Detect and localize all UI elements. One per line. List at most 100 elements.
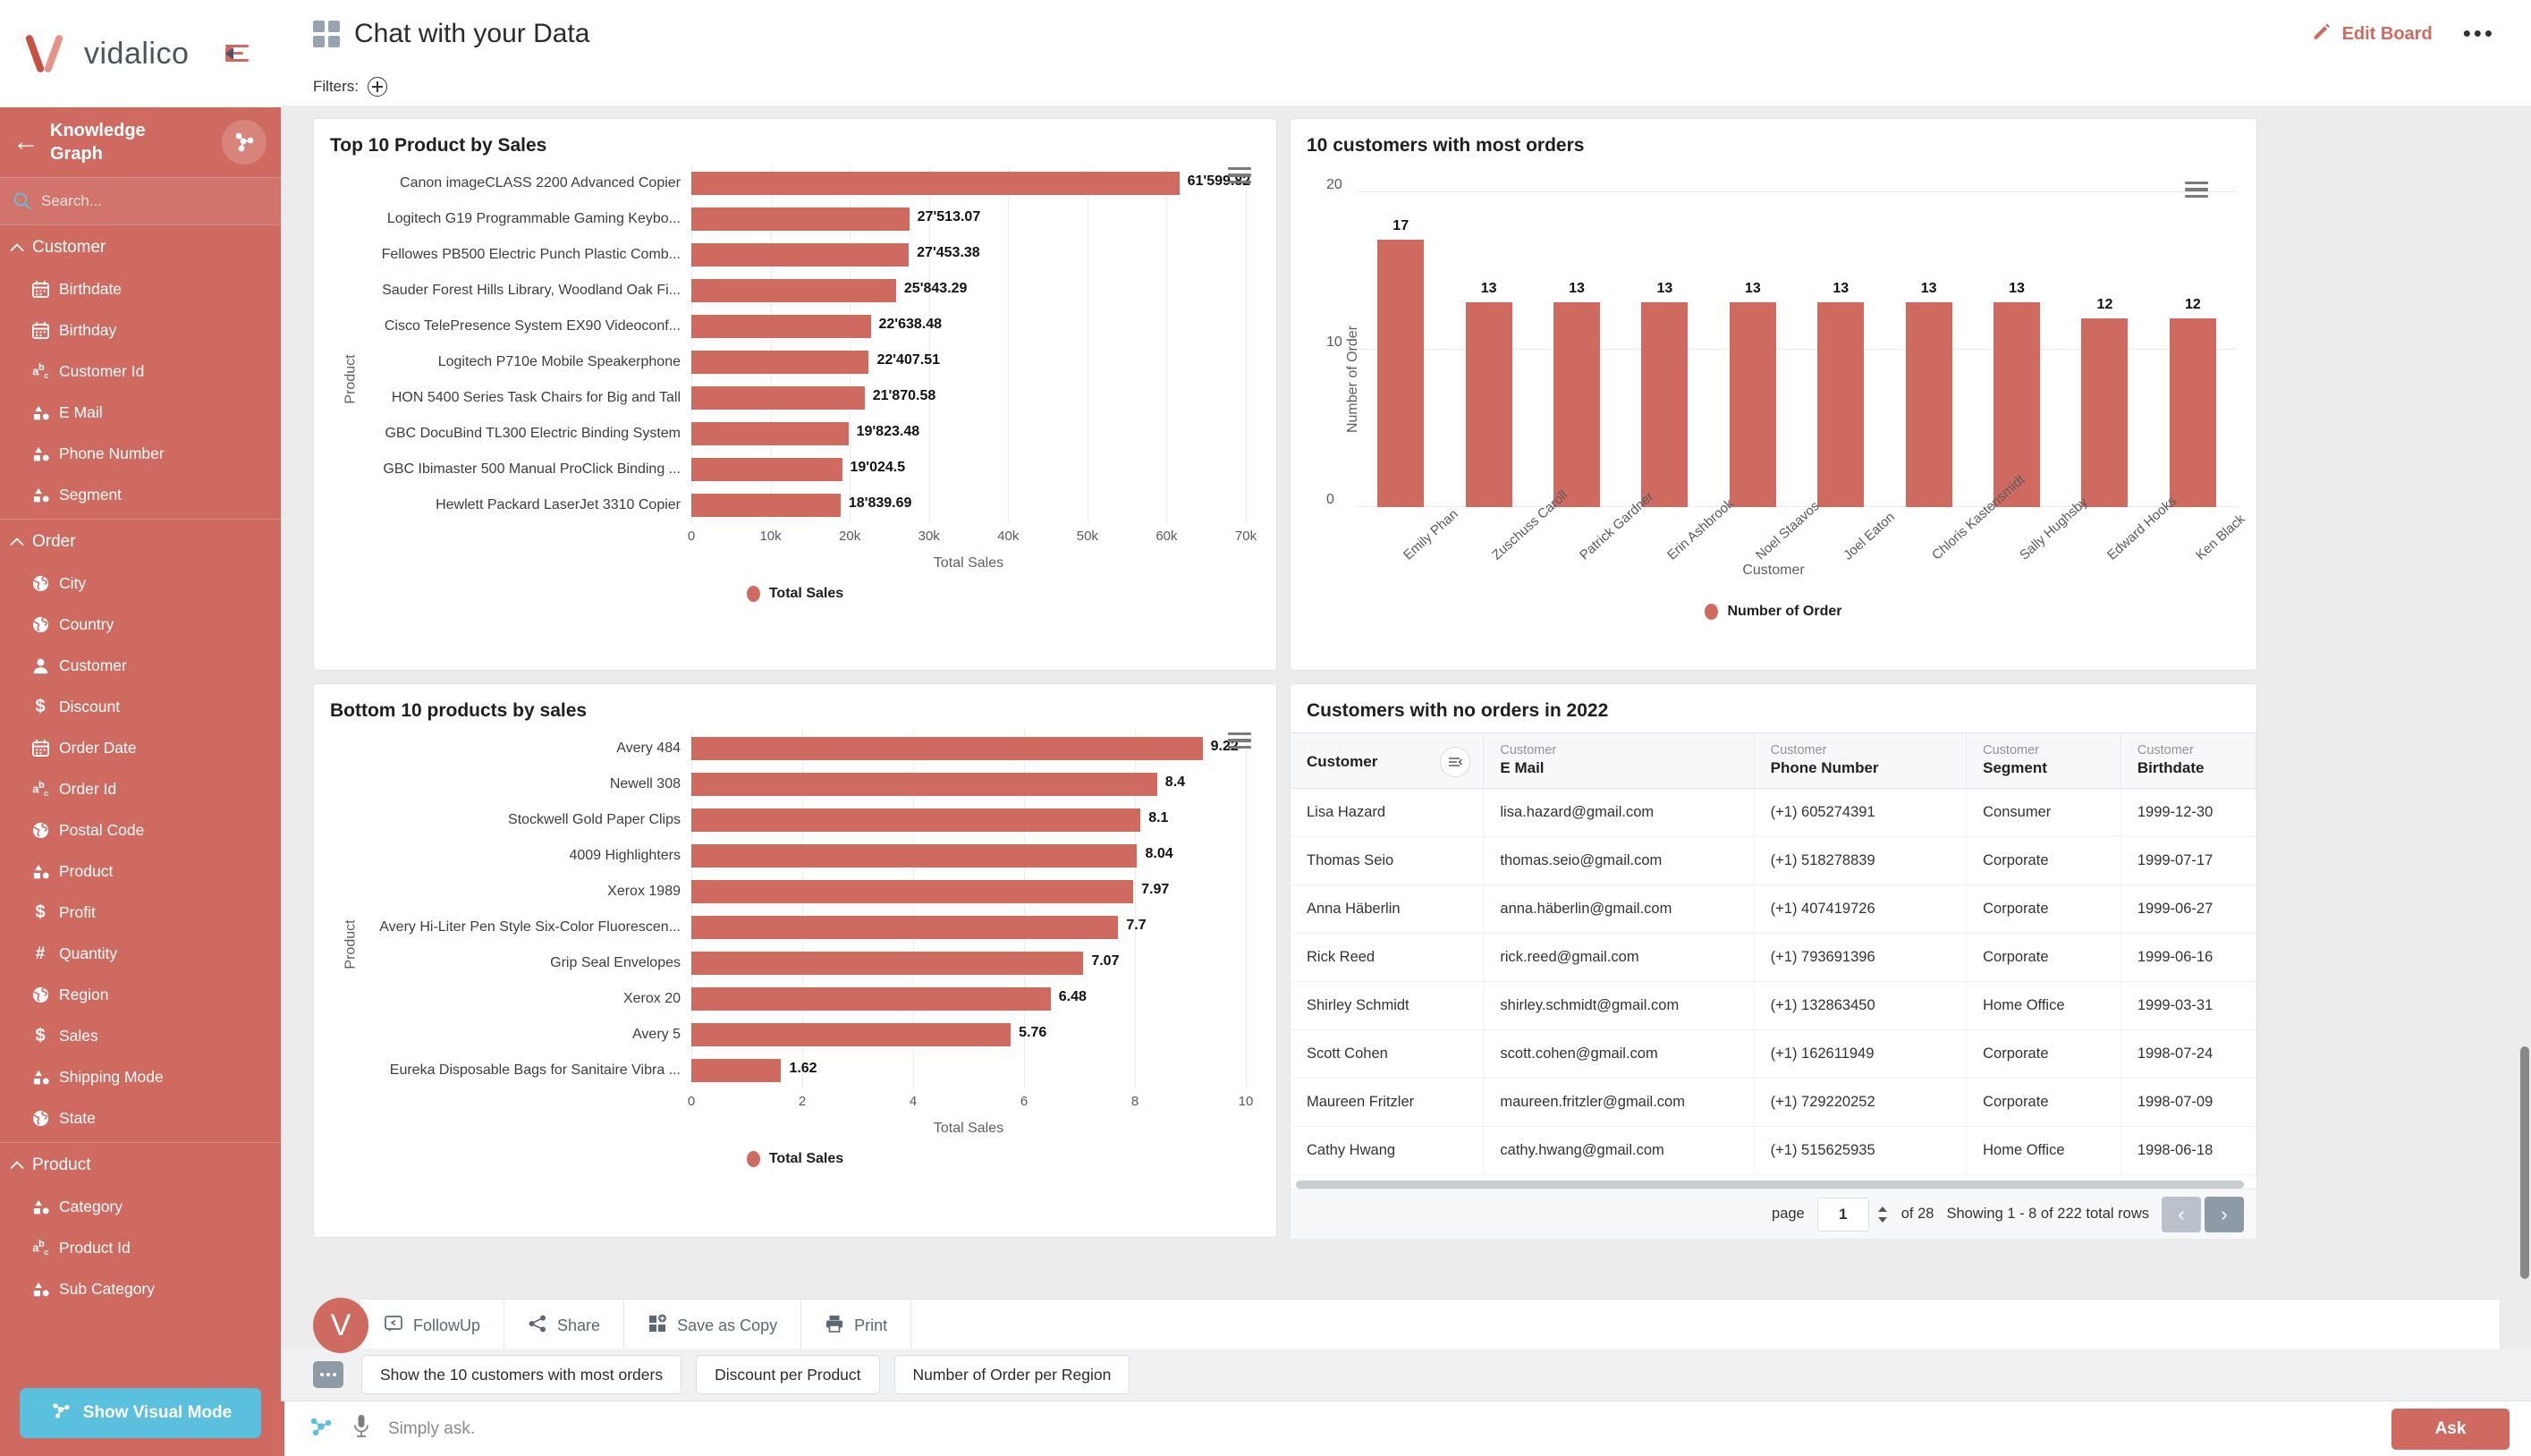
sidebar-group-header-order[interactable]: Order — [0, 521, 281, 563]
sidebar-item-order-date[interactable]: Order Date — [0, 727, 281, 768]
bar-fill[interactable] — [691, 844, 1138, 868]
bar-fill[interactable] — [691, 207, 910, 231]
chart-export-menu-icon[interactable] — [1228, 167, 1251, 187]
bar-fill[interactable] — [1905, 302, 1952, 507]
table-header-segment[interactable]: Customer Segment — [1966, 732, 2121, 789]
bar-fill[interactable] — [691, 315, 871, 338]
table-row[interactable]: Anna Häberlin anna.häberlin@gmail.com (+1)… — [1291, 885, 2257, 934]
table-column-menu-icon[interactable] — [1440, 747, 1471, 777]
sidebar-item-postal-code[interactable]: Postal Code — [0, 809, 281, 851]
sidebar-item-e-mail[interactable]: E Mail — [0, 392, 281, 433]
gridline — [1008, 487, 1010, 523]
sidebar-search-row[interactable] — [0, 177, 281, 225]
bar-fill[interactable] — [691, 1023, 1012, 1046]
edit-board-button[interactable]: Edit Board — [2312, 21, 2433, 47]
suggestion-chip-3[interactable]: Number of Order per Region — [893, 1355, 1130, 1394]
add-filter-icon[interactable] — [368, 77, 387, 97]
bar-fill[interactable] — [691, 916, 1119, 939]
bar-fill[interactable] — [691, 880, 1134, 903]
sidebar-item-customer[interactable]: Customer — [0, 645, 281, 686]
sidebar-item-state[interactable]: State — [0, 1097, 281, 1139]
bar-fill[interactable] — [2169, 317, 2216, 507]
sidebar-item-shipping-mode[interactable]: Shipping Mode — [0, 1056, 281, 1097]
sidebar-item-category[interactable]: Category — [0, 1186, 281, 1227]
sidebar-item-order-id[interactable]: abc Order Id — [0, 768, 281, 809]
table-header-e-mail[interactable]: Customer E Mail — [1483, 732, 1755, 789]
action-print-button[interactable]: Print — [801, 1299, 912, 1351]
table-row[interactable]: Thomas Seio thomas.seio@gmail.com (+1) 518… — [1291, 836, 2257, 885]
page-number-input[interactable]: 1 — [1816, 1197, 1869, 1232]
table-row[interactable]: Lisa Hazard lisa.hazard@gmail.com (+1) 605… — [1291, 788, 2257, 837]
action-save-as-copy-button[interactable]: Save as Copy — [624, 1299, 802, 1351]
table-header-customer[interactable]: Customer — [1291, 732, 1485, 789]
action-followup-button[interactable]: FollowUp — [360, 1299, 505, 1351]
sidebar-item-profit[interactable]: $ Profit — [0, 892, 281, 933]
bar-fill[interactable] — [691, 386, 865, 410]
page-scrollbar[interactable] — [2520, 1046, 2529, 1279]
bar-fill[interactable] — [691, 808, 1141, 832]
action-share-button[interactable]: Share — [504, 1299, 625, 1351]
bar-fill[interactable] — [691, 773, 1157, 796]
sidebar-item-phone-number[interactable]: Phone Number — [0, 433, 281, 474]
bar-fill[interactable] — [1377, 239, 1425, 507]
table-row[interactable]: Cathy Hwang cathy.hwang@gmail.com (+1) 515… — [1291, 1126, 2257, 1175]
suggestion-chip-2[interactable]: Discount per Product — [696, 1355, 880, 1394]
sidebar-item-discount[interactable]: $ Discount — [0, 686, 281, 727]
bar-fill[interactable] — [691, 279, 896, 302]
bar-fill[interactable] — [691, 422, 849, 445]
table-row[interactable]: Shirley Schmidt shirley.schmidt@gmail.com… — [1291, 981, 2257, 1030]
show-visual-mode-button[interactable]: Show Visual Mode — [20, 1388, 261, 1438]
collapse-sidebar-icon[interactable] — [225, 42, 258, 65]
search-input[interactable] — [41, 192, 268, 210]
sidebar-item-city[interactable]: City — [0, 563, 281, 604]
bar-fill[interactable] — [691, 172, 1180, 195]
ask-input[interactable] — [388, 1418, 2375, 1439]
bar-fill[interactable] — [691, 494, 841, 517]
sidebar-item-customer-id[interactable]: abc Customer Id — [0, 351, 281, 392]
bar-fill[interactable] — [1641, 302, 1689, 507]
chart-export-menu-icon[interactable] — [2185, 182, 2208, 201]
bar-fill[interactable] — [1729, 302, 1776, 507]
table-row[interactable]: Scott Cohen scott.cohen@gmail.com (+1) 162… — [1291, 1029, 2257, 1079]
next-page-button[interactable]: › — [2205, 1196, 2244, 1232]
bar-fill[interactable] — [691, 952, 1084, 975]
sidebar-item-sub-category[interactable]: Sub Category — [0, 1268, 281, 1309]
page-stepper-icon[interactable] — [1876, 1206, 1889, 1223]
bar-fill[interactable] — [691, 351, 869, 374]
graph-node-icon[interactable] — [222, 120, 267, 165]
table-header-phone-number[interactable]: Customer Phone Number — [1754, 732, 1968, 789]
bar-fill[interactable] — [1553, 302, 1601, 507]
board-more-menu-icon[interactable]: ••• — [2463, 22, 2495, 45]
sidebar-item-country[interactable]: Country — [0, 604, 281, 645]
sidebar-group-header-customer[interactable]: Customer — [0, 227, 281, 268]
sidebar-item-birthday[interactable]: Birthday — [0, 309, 281, 351]
table-header-birthdate[interactable]: Customer Birthdate — [2120, 732, 2257, 789]
microphone-icon[interactable] — [351, 1413, 372, 1444]
graph-node-icon-ask[interactable] — [308, 1413, 334, 1444]
sidebar-item-product-id[interactable]: abc Product Id — [0, 1227, 281, 1268]
sidebar-item-segment[interactable]: Segment — [0, 474, 281, 515]
previous-page-button[interactable]: ‹ — [2162, 1196, 2201, 1232]
bar-fill[interactable] — [1465, 302, 1512, 507]
bar-fill[interactable] — [2081, 317, 2129, 507]
sidebar-item-product[interactable]: Product — [0, 851, 281, 892]
table-horizontal-scrollbar[interactable] — [1296, 1181, 2244, 1189]
knowledge-graph-header[interactable]: ← Knowledge Graph — [0, 107, 290, 177]
chart-export-menu-icon[interactable] — [1228, 732, 1251, 752]
bar-fill[interactable] — [1817, 302, 1865, 507]
table-row[interactable]: Maureen Fritzler maureen.fritzler@gmail.c… — [1291, 1078, 2257, 1127]
sidebar-item-sales[interactable]: $ Sales — [0, 1015, 281, 1056]
bar-fill[interactable] — [691, 1059, 782, 1082]
sidebar-item-birthdate[interactable]: Birthdate — [0, 268, 281, 309]
ask-button[interactable]: Ask — [2391, 1408, 2510, 1450]
bar-fill[interactable] — [691, 737, 1203, 760]
bar-fill[interactable] — [691, 458, 842, 481]
sidebar-item-quantity[interactable]: # Quantity — [0, 933, 281, 974]
table-row[interactable]: Rick Reed rick.reed@gmail.com (+1) 7936913… — [1291, 933, 2257, 982]
bar-fill[interactable] — [691, 243, 910, 267]
sidebar-group-header-product[interactable]: Product — [0, 1145, 281, 1186]
back-arrow-icon[interactable]: ← — [13, 129, 39, 156]
suggestion-chip-1[interactable]: Show the 10 customers with most orders — [361, 1355, 682, 1394]
sidebar-item-region[interactable]: Region — [0, 974, 281, 1015]
bar-fill[interactable] — [691, 987, 1051, 1011]
